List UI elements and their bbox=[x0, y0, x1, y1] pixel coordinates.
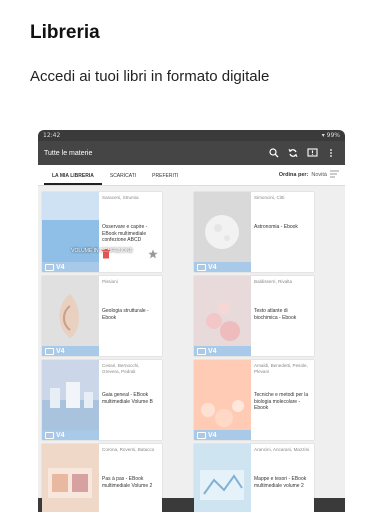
app-toolbar: Tutte le materie bbox=[38, 141, 345, 165]
book-title: Mappe e tesori - EBook multimediale volu… bbox=[254, 476, 307, 489]
book-title: Tecniche e metodi per la biologia moleco… bbox=[254, 392, 309, 411]
book-cover[interactable] bbox=[194, 444, 251, 512]
tablet-screen: 12:42 ▾ 99% Tutte le materie LA MIA LIBR… bbox=[38, 130, 345, 512]
book-card[interactable]: VOLUME IN CONFEZIONE V4 Saraceni, Strumi… bbox=[42, 192, 162, 272]
sync-icon[interactable] bbox=[285, 145, 301, 161]
book-authors: Simoncini, Citti bbox=[254, 195, 285, 200]
book-authors: Baldisserri, Rivalta bbox=[254, 279, 293, 284]
tab-my-library[interactable]: LA MIA LIBRERIA bbox=[44, 173, 102, 185]
book-card[interactable]: V4 Baldisserri, Rivalta Testo atlante di… bbox=[194, 276, 314, 356]
book-icon bbox=[45, 347, 54, 355]
book-authors: Saraceni, Strumia bbox=[102, 195, 139, 200]
status-time: 12:42 bbox=[43, 132, 61, 139]
book-authors: Arancini, Ancarani, Mazzini bbox=[254, 447, 310, 452]
book-authors: Cesari, Bernocchi, Grevera, Pedrali bbox=[102, 363, 140, 374]
sort-control[interactable]: Ordina per: Novità bbox=[279, 170, 339, 180]
promo-title: Libreria bbox=[30, 22, 100, 43]
book-authors: Amaldi, Benedetti, Pesole, Plevani bbox=[254, 363, 308, 374]
tab-downloaded[interactable]: SCARICATI bbox=[102, 173, 144, 185]
filter-list-icon[interactable] bbox=[330, 170, 339, 180]
version-badge: V4 bbox=[194, 430, 251, 440]
book-grid: VOLUME IN CONFEZIONE V4 Saraceni, Strumi… bbox=[38, 186, 345, 512]
sort-label: Ordina per: bbox=[278, 172, 309, 178]
book-cover[interactable] bbox=[194, 192, 251, 272]
book-icon bbox=[197, 431, 206, 439]
promo-subtitle: Accedi ai tuoi libri in formato digitale bbox=[30, 68, 270, 85]
book-authors: Corona, Roversi, Batacco bbox=[102, 447, 155, 452]
sort-value: Novità bbox=[311, 172, 327, 178]
version-badge: V4 bbox=[42, 262, 99, 272]
tab-favorites[interactable]: PREFERITI bbox=[144, 173, 186, 185]
book-cover[interactable] bbox=[42, 192, 99, 272]
book-cover[interactable] bbox=[42, 444, 99, 512]
book-icon bbox=[197, 347, 206, 355]
message-icon[interactable] bbox=[304, 145, 320, 161]
book-title: Geologia strutturale - Ebook bbox=[102, 308, 149, 321]
version-badge: V4 bbox=[42, 346, 99, 356]
book-card[interactable]: V4 Pissioni Geologia strutturale - Ebook bbox=[42, 276, 162, 356]
book-icon bbox=[197, 263, 206, 271]
book-title: Astronomia - Ebook bbox=[254, 224, 298, 230]
book-title: Pas à pas - EBook multimediale Volume 2 bbox=[102, 476, 153, 489]
book-card[interactable]: V4 Simoncini, Citti Astronomia - Ebook bbox=[194, 192, 314, 272]
version-badge: V4 bbox=[42, 430, 99, 440]
book-authors: Pissioni bbox=[102, 279, 118, 284]
book-title: Osservare e capire - EBook multimediale … bbox=[102, 224, 148, 243]
book-cover[interactable] bbox=[194, 360, 251, 440]
book-icon bbox=[45, 431, 54, 439]
book-card[interactable]: V4 Corona, Roversi, Batacco Pas à pas - … bbox=[42, 444, 162, 512]
toolbar-title[interactable]: Tutte le materie bbox=[44, 150, 263, 157]
star-icon[interactable] bbox=[148, 246, 158, 264]
book-actions bbox=[102, 246, 158, 264]
book-cover[interactable] bbox=[42, 360, 99, 440]
version-badge: V4 bbox=[194, 262, 251, 272]
status-bar: 12:42 ▾ 99% bbox=[38, 130, 345, 141]
more-menu-icon[interactable] bbox=[323, 145, 339, 161]
status-battery: ▾ 99% bbox=[321, 132, 340, 139]
library-tabs: LA MIA LIBRERIA SCARICATI PREFERITI Ordi… bbox=[38, 165, 345, 186]
book-card[interactable]: V4 Cesari, Bernocchi, Grevera, Pedrali G… bbox=[42, 360, 162, 440]
book-title: Testo atlante di biochimica - Ebook bbox=[254, 308, 297, 321]
book-cover[interactable] bbox=[194, 276, 251, 356]
version-badge: V4 bbox=[194, 346, 251, 356]
book-cover[interactable] bbox=[42, 276, 99, 356]
book-title: Gaia geneal - EBook multimediale Volume … bbox=[102, 392, 153, 405]
trash-icon[interactable] bbox=[102, 246, 110, 264]
book-card[interactable]: V4 Amaldi, Benedetti, Pesole, Plevani Te… bbox=[194, 360, 314, 440]
book-icon bbox=[45, 263, 54, 271]
book-card[interactable]: V4 Arancini, Ancarani, Mazzini Mappe e t… bbox=[194, 444, 314, 512]
search-icon[interactable] bbox=[266, 145, 282, 161]
